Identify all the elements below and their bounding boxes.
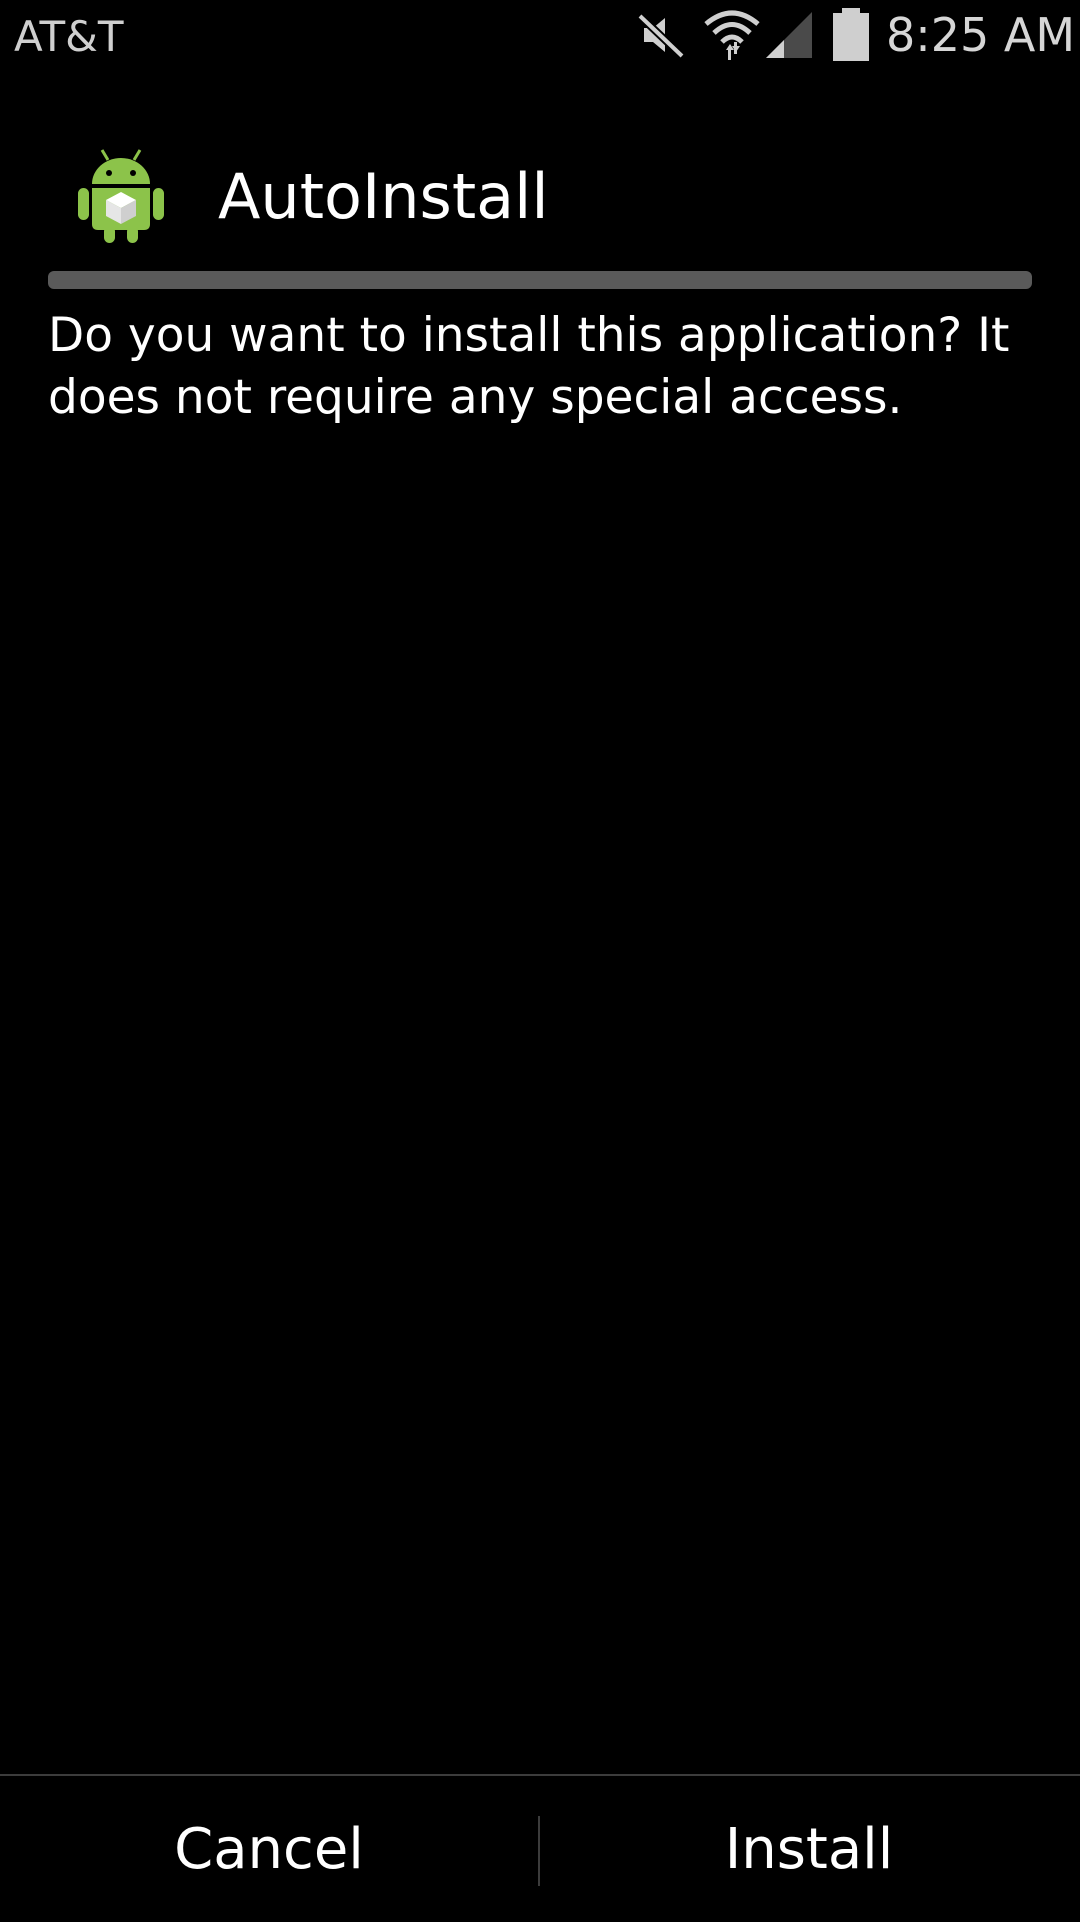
header-divider — [48, 271, 1032, 289]
status-bar: AT&T 8:25 AM — [0, 0, 1080, 75]
clock: 8:25 AM — [886, 8, 1076, 62]
cancel-button[interactable]: Cancel — [0, 1776, 538, 1922]
wifi-icon — [704, 10, 760, 60]
battery-icon — [833, 8, 869, 61]
mute-icon — [637, 13, 685, 59]
install-button[interactable]: Install — [540, 1776, 1078, 1922]
install-prompt-message: Do you want to install this application?… — [48, 308, 1010, 425]
app-title: AutoInstall — [218, 160, 549, 233]
signal-icon — [766, 12, 812, 58]
carrier-name: AT&T — [14, 12, 124, 61]
button-bar: Cancel Install — [0, 1774, 1080, 1922]
android-package-icon — [78, 149, 164, 243]
